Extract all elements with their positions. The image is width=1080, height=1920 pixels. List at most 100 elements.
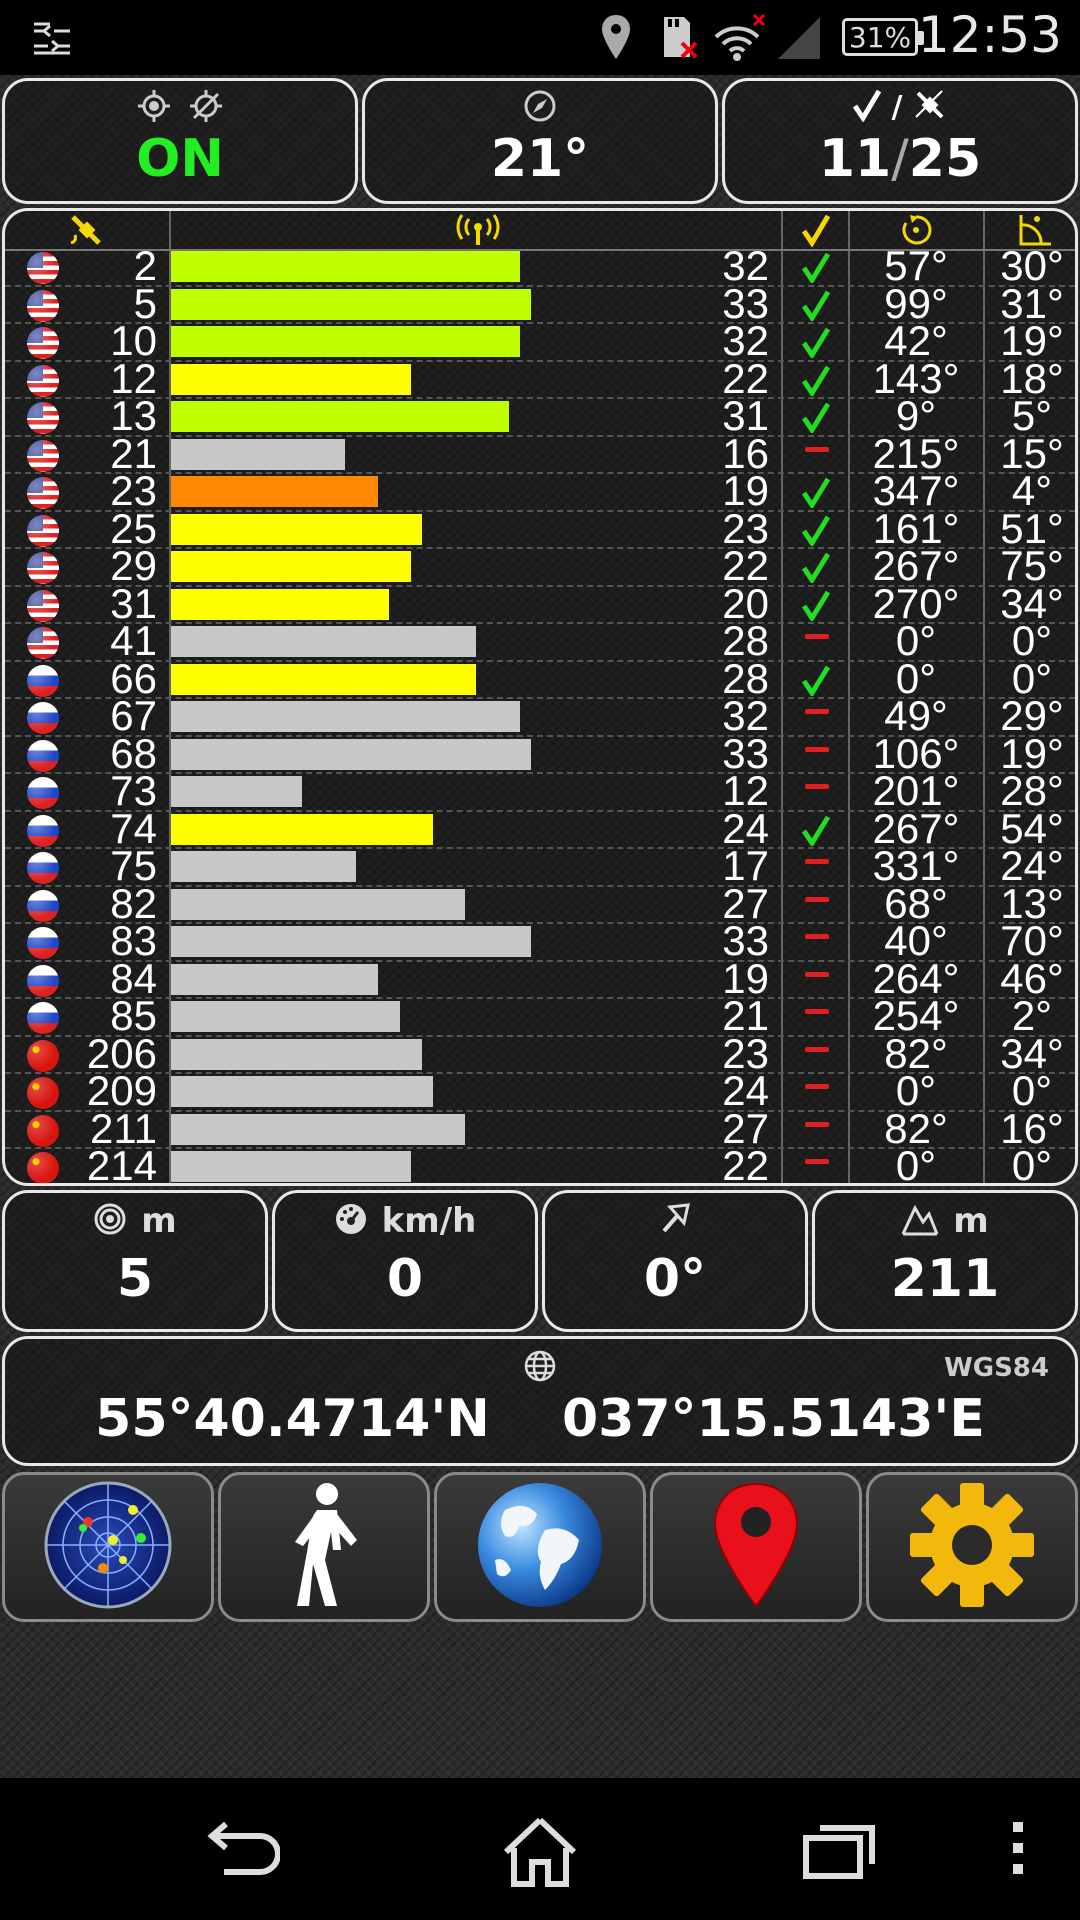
used-check-icon (801, 815, 831, 846)
unused-dash-icon (805, 746, 829, 752)
signal-bar (171, 1113, 466, 1145)
compass-tile[interactable]: 21° (362, 78, 718, 204)
russia-flag-icon (27, 814, 59, 847)
used-check-icon (801, 327, 831, 358)
map-pin-button[interactable] (650, 1472, 862, 1622)
satellites-tile[interactable]: / 11/25 (722, 78, 1078, 204)
coordinates-value: 55°40.4714'N 037°15.5143'E (5, 1389, 1075, 1449)
home-button[interactable] (500, 1814, 580, 1894)
signal-bar (171, 513, 422, 545)
used-check-icon (801, 590, 831, 621)
signal-bar (171, 888, 466, 920)
check-icon (852, 88, 882, 126)
unused-dash-icon (805, 1009, 829, 1014)
signal-bar (171, 851, 357, 882)
gps-fix-icon (137, 89, 171, 127)
compass-icon (523, 89, 557, 127)
signal-bar (171, 288, 531, 320)
location-pin-icon (598, 8, 634, 68)
usa-flag-icon (27, 289, 59, 322)
snr-value: 22 (722, 1142, 769, 1186)
globe-grid-icon (523, 1349, 557, 1387)
compass-value: 21° (490, 129, 590, 189)
radar-button[interactable] (2, 1472, 214, 1622)
signal-bar (171, 813, 433, 845)
accuracy-icon (93, 1202, 127, 1240)
china-flag-icon (27, 1152, 59, 1183)
slash-separator: / (891, 89, 903, 125)
menu-sort-icon[interactable] (30, 8, 74, 68)
signal-bar (171, 1038, 422, 1070)
datum-label: WGS84 (944, 1353, 1049, 1383)
speed-tile[interactable]: km/h 0 (272, 1190, 538, 1332)
signal-bar (171, 588, 389, 620)
wifi-error-icon (710, 8, 766, 68)
accuracy-unit: m (141, 1201, 177, 1241)
elevation-value: 0° (1011, 1142, 1053, 1186)
overflow-menu-button[interactable] (1010, 1818, 1026, 1882)
sd-card-error-icon (656, 8, 700, 68)
used-check-icon (801, 515, 831, 546)
satellites-total: 25 (908, 129, 982, 189)
usa-flag-icon (27, 589, 59, 622)
walk-button[interactable] (218, 1472, 430, 1622)
bearing-tile[interactable]: 0° (542, 1190, 808, 1332)
back-button[interactable] (200, 1818, 281, 1892)
russia-flag-icon (27, 927, 59, 959)
usa-flag-icon (27, 552, 59, 584)
signal-bar (171, 1076, 433, 1107)
altitude-tile[interactable]: m 211 (812, 1190, 1078, 1332)
unused-dash-icon (805, 1084, 829, 1089)
speed-value: 0 (386, 1249, 424, 1309)
walking-person-icon (279, 1480, 369, 1614)
signal-bar (171, 926, 531, 957)
signal-bar (171, 963, 379, 995)
usa-flag-icon (27, 364, 59, 397)
russia-flag-icon (27, 964, 59, 997)
used-check-icon (801, 665, 831, 696)
used-check-icon (801, 477, 831, 508)
unused-dash-icon (805, 1159, 829, 1164)
satellites-slash: / (891, 129, 909, 189)
altitude-icon (901, 1202, 939, 1240)
satellite-icon[interactable] (69, 213, 105, 251)
russia-flag-icon (27, 852, 59, 884)
unused-dash-icon (805, 1046, 829, 1052)
table-row[interactable]: 214 22 0° 0° (5, 1145, 1075, 1183)
signal-bar (171, 738, 531, 770)
recents-button[interactable] (800, 1820, 880, 1888)
signal-bar (171, 626, 477, 657)
gear-icon (907, 1480, 1037, 1614)
globe-button[interactable] (434, 1472, 646, 1622)
coordinates-tile[interactable]: WGS84 55°40.4714'N 037°15.5143'E (2, 1336, 1078, 1466)
longitude: 037°15.5143'E (562, 1389, 985, 1449)
usa-flag-icon (27, 252, 59, 284)
accuracy-tile[interactable]: m 5 (2, 1190, 268, 1332)
china-flag-icon (27, 1039, 59, 1072)
gps-status-tile[interactable]: ON (2, 78, 358, 204)
altitude-value: 211 (890, 1249, 1000, 1309)
unused-dash-icon (805, 446, 829, 452)
radar-icon (43, 1480, 173, 1614)
unused-dash-icon (805, 709, 829, 714)
china-flag-icon (27, 1114, 59, 1147)
unused-dash-icon (805, 859, 829, 864)
map-pin-icon (711, 1480, 801, 1614)
azimuth-value: 0° (895, 1142, 937, 1186)
unused-dash-icon (805, 1121, 829, 1127)
status-bar: 31% 12:53 (0, 0, 1080, 75)
satellites-value: 11/25 (725, 129, 1075, 189)
navigation-bar (0, 1778, 1080, 1920)
signal-bar (171, 551, 411, 582)
settings-button[interactable] (866, 1472, 1078, 1622)
signal-bar (171, 663, 477, 695)
signal-bar (171, 326, 520, 357)
usa-flag-icon (27, 514, 59, 547)
signal-icon[interactable] (453, 213, 503, 251)
used-check-icon (801, 365, 831, 396)
speed-unit: km/h (381, 1201, 477, 1241)
used-check-icon (801, 252, 831, 283)
clock: 12:53 (917, 6, 1062, 64)
check-icon[interactable] (801, 213, 831, 251)
usa-flag-icon (27, 327, 59, 359)
